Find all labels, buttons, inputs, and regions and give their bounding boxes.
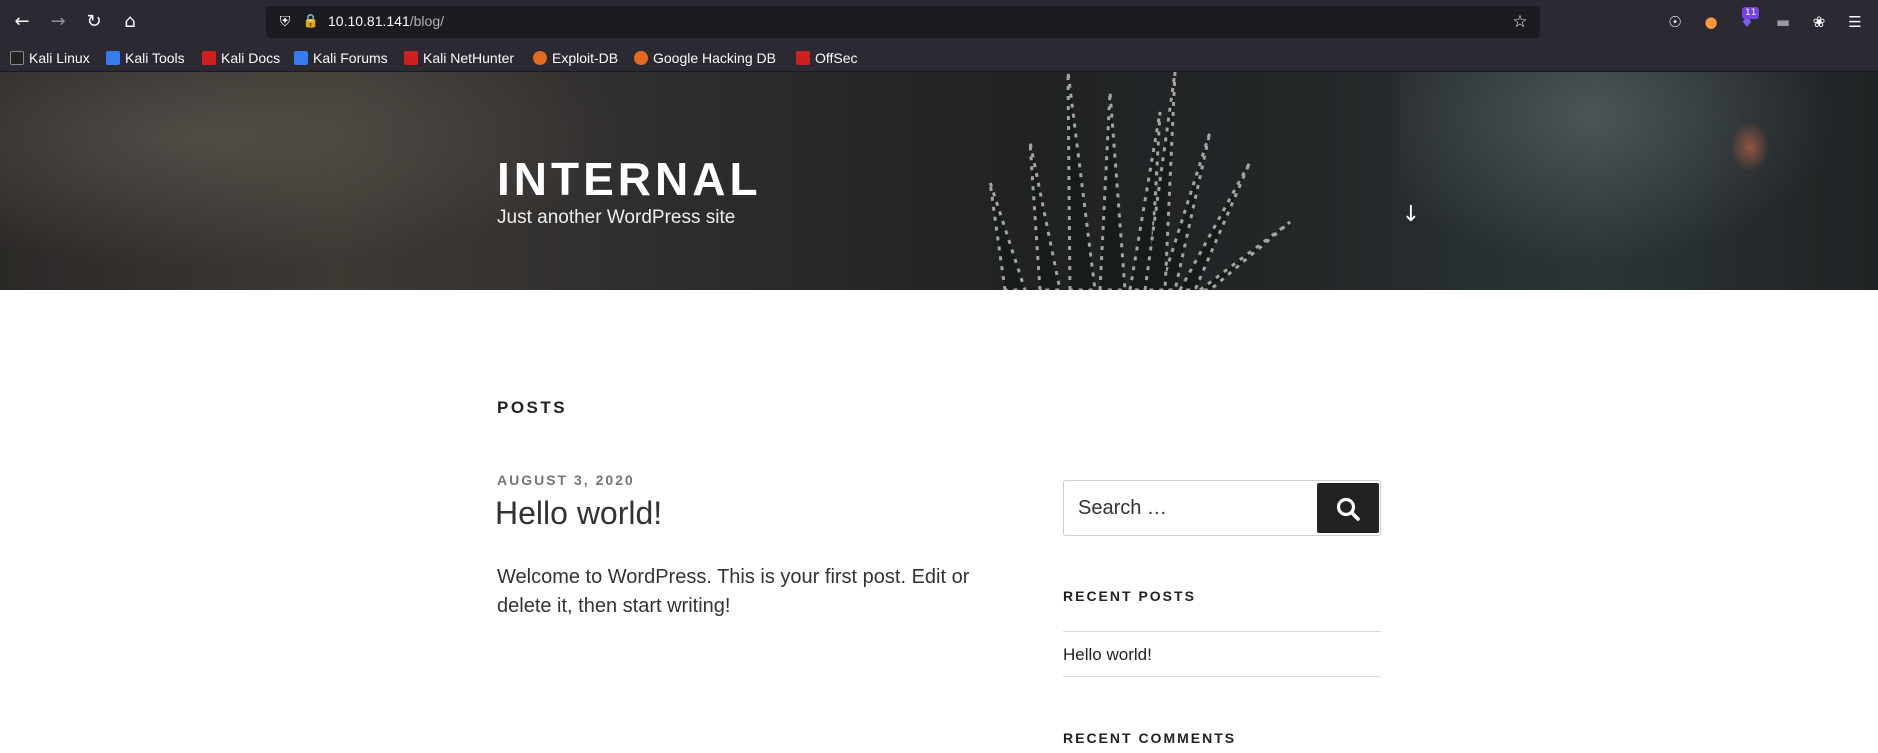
kali-forums-icon <box>294 51 308 65</box>
reload-icon[interactable]: ↻ <box>82 10 106 34</box>
bookmark-label: Kali Tools <box>125 50 185 66</box>
home-icon[interactable]: ⌂ <box>118 10 142 34</box>
kali-docs-icon <box>202 51 216 65</box>
lock-icon[interactable]: 🔒 <box>302 13 320 31</box>
search-input[interactable] <box>1064 481 1316 535</box>
bookmark-kali-nethunter[interactable]: Kali NetHunter <box>404 48 514 68</box>
arrow-down-icon[interactable]: ↓ <box>1399 202 1423 228</box>
shield-icon[interactable]: ⛨ <box>276 13 294 31</box>
search-form <box>1063 480 1381 536</box>
search-button[interactable] <box>1317 483 1379 533</box>
kali-tools-icon <box>106 51 120 65</box>
url-path: /blog/ <box>409 13 444 29</box>
bookmark-kali-tools[interactable]: Kali Tools <box>106 48 185 68</box>
back-arrow-icon[interactable]: ← <box>10 10 34 34</box>
bookmark-label: Kali Linux <box>29 50 90 66</box>
kali-dragon-icon <box>10 51 24 65</box>
pocket-icon[interactable]: ☉ <box>1663 10 1687 34</box>
extension-badge: 11 <box>1742 7 1760 19</box>
browser-toolbar: ← → ↻ ⌂ ⛨ 🔒 10.10.81.141/blog/ ☆ ☉ ● ♦ 1… <box>0 0 1878 44</box>
post-date[interactable]: AUGUST 3, 2020 <box>497 472 635 488</box>
hat-extension-icon[interactable]: ▬ <box>1771 10 1795 34</box>
hamburger-menu-icon[interactable]: ☰ <box>1843 10 1867 34</box>
cookie-extension-icon[interactable]: ❀ <box>1807 10 1831 34</box>
site-description: Just another WordPress site <box>497 207 736 228</box>
bookmark-label: Kali Docs <box>221 50 281 66</box>
site-header-image: INTERNAL Just another WordPress site ↓ <box>0 72 1878 290</box>
bookmark-exploit-db[interactable]: Exploit-DB <box>533 48 618 68</box>
recent-posts-title: RECENT POSTS <box>1063 588 1196 604</box>
recent-comments-title: RECENT COMMENTS <box>1063 730 1237 746</box>
header-overlay <box>0 72 1878 290</box>
list-item[interactable]: Hello world! <box>1063 645 1152 665</box>
bookmark-label: Exploit-DB <box>552 50 619 66</box>
bookmark-label: Google Hacking DB <box>653 50 776 66</box>
firefox-extension-icon[interactable]: ● <box>1699 10 1723 34</box>
bookmark-kali-forums[interactable]: Kali Forums <box>294 48 388 68</box>
bookmark-kali-docs[interactable]: Kali Docs <box>202 48 280 68</box>
bookmark-google-hacking-db[interactable]: Google Hacking DB <box>634 48 776 68</box>
offsec-icon <box>796 51 810 65</box>
bookmark-label: OffSec <box>815 50 858 66</box>
star-icon[interactable]: ☆ <box>1510 12 1530 32</box>
url-text[interactable]: 10.10.81.141/blog/ <box>328 13 444 29</box>
exploit-db-icon <box>533 51 547 65</box>
search-icon <box>1336 497 1360 521</box>
site-title[interactable]: INTERNAL <box>497 152 762 206</box>
url-host: 10.10.81.141 <box>328 13 410 29</box>
bookmark-label: Kali NetHunter <box>423 50 515 66</box>
recent-posts-list: Hello world! <box>1063 631 1381 677</box>
ghdb-icon <box>634 51 648 65</box>
kali-nethunter-icon <box>404 51 418 65</box>
bookmark-offsec[interactable]: OffSec <box>796 48 858 68</box>
post-excerpt: Welcome to WordPress. This is your first… <box>497 566 970 617</box>
bookmark-kali-linux[interactable]: Kali Linux <box>10 48 90 68</box>
forward-arrow-icon[interactable]: → <box>46 10 70 34</box>
bookmarks-toolbar: Kali Linux Kali Tools Kali Docs Kali For… <box>0 44 1878 72</box>
page-title: POSTS <box>497 398 568 417</box>
post-title-link[interactable]: Hello world! <box>495 495 662 532</box>
bookmark-label: Kali Forums <box>313 50 388 66</box>
address-bar[interactable]: ⛨ 🔒 10.10.81.141/blog/ ☆ <box>266 6 1540 38</box>
